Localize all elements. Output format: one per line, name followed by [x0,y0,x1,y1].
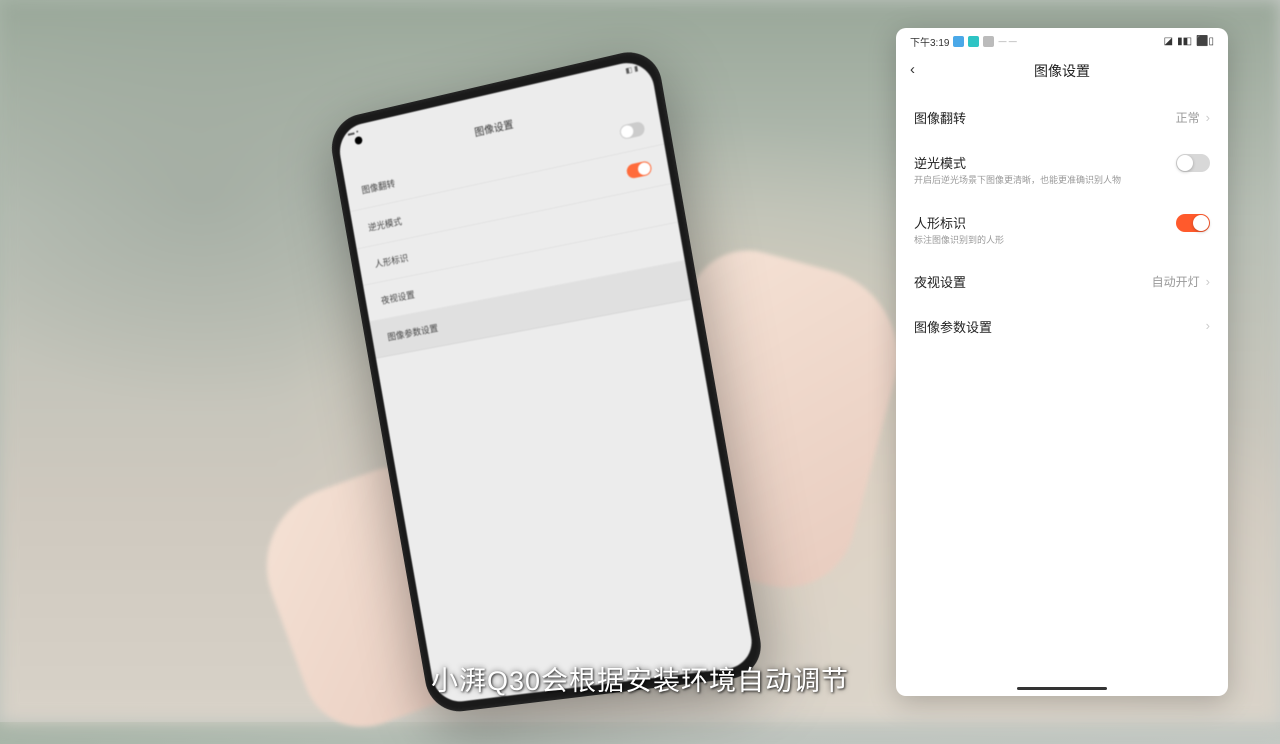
backlight-toggle[interactable] [1176,154,1210,172]
row-value: 自动开灯 [1152,273,1200,290]
status-app-icon [968,36,979,47]
row-night-vision[interactable]: 夜视设置 自动开灯 › [896,259,1228,304]
settings-panel: 下午3:19 — — ◪ ▮◧ ⬛▯ ‹ 图像设置 图像翻转 正常 › 逆光模式… [896,28,1228,696]
row-image-params[interactable]: 图像参数设置 › [896,304,1228,349]
row-image-rotation[interactable]: 图像翻转 正常 › [896,95,1228,140]
status-app-icon [953,36,964,47]
page-title: 图像设置 [1034,61,1090,81]
row-backlight-mode[interactable]: 逆光模式 开启后逆光场景下图像更清晰，也能更准确识别人物 [896,140,1228,200]
row-human-detection[interactable]: 人形标识 标注图像识别到的人形 [896,200,1228,260]
back-button[interactable]: ‹ [910,61,915,78]
wifi-icon: ▮◧ [1177,36,1192,47]
row-label: 夜视设置 [914,272,1152,291]
human-toggle[interactable] [1176,214,1210,232]
chevron-right-icon: › [1206,110,1210,125]
settings-list: 图像翻转 正常 › 逆光模式 开启后逆光场景下图像更清晰，也能更准确识别人物 人… [896,95,1228,687]
status-bar: 下午3:19 — — ◪ ▮◧ ⬛▯ [896,28,1228,51]
battery-icon: ⬛▯ [1196,36,1214,47]
chevron-right-icon: › [1206,274,1210,289]
row-value: 正常 [1176,109,1200,126]
row-label: 逆光模式 [914,153,1176,172]
status-app-icon [983,36,994,47]
row-desc: 标注图像识别到的人形 [914,235,1176,247]
home-indicator[interactable] [1017,687,1107,690]
signal-icon: ◪ [1164,36,1173,47]
chevron-right-icon: › [1206,318,1210,333]
row-desc: 开启后逆光场景下图像更清晰，也能更准确识别人物 [914,175,1176,187]
subtitle-caption: 小湃Q30会根据安装环境自动调节 [431,659,849,698]
status-time: 下午3:19 [910,34,949,49]
row-label: 图像翻转 [914,108,1176,127]
row-label: 图像参数设置 [914,317,1206,336]
page-header: ‹ 图像设置 [896,51,1228,95]
row-label: 人形标识 [914,213,1176,232]
